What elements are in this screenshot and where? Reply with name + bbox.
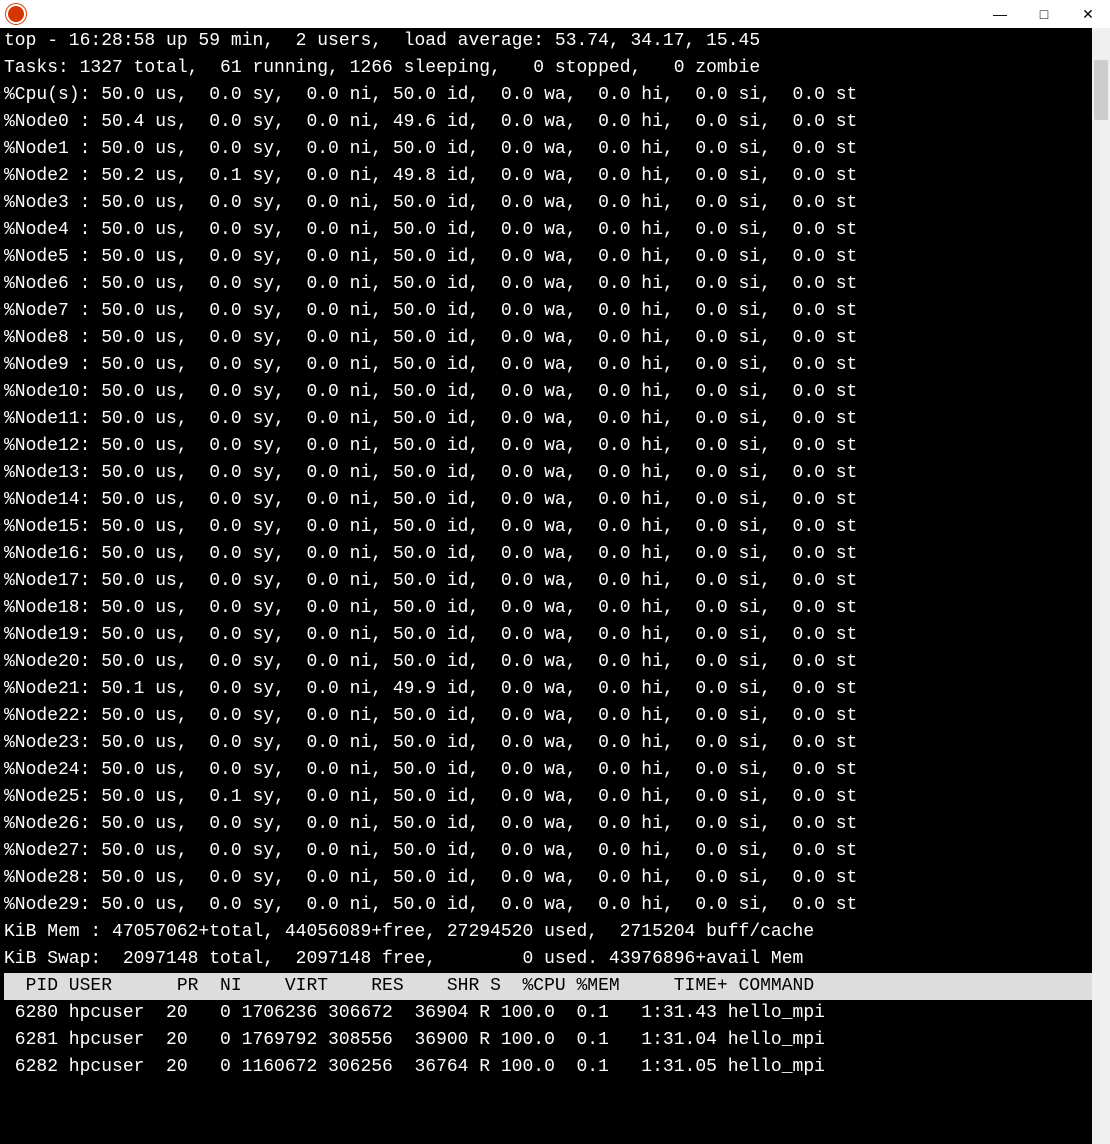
swap-line: KiB Swap: 2097148 total, 2097148 free, 0… [4,946,1092,973]
node-line-21: %Node21: 50.1 us, 0.0 sy, 0.0 ni, 49.9 i… [4,676,1092,703]
node-line-9: %Node9 : 50.0 us, 0.0 sy, 0.0 ni, 50.0 i… [4,352,1092,379]
node-line-7: %Node7 : 50.0 us, 0.0 sy, 0.0 ni, 50.0 i… [4,298,1092,325]
node-line-22: %Node22: 50.0 us, 0.0 sy, 0.0 ni, 50.0 i… [4,703,1092,730]
process-table-header[interactable]: PID USER PR NI VIRT RES SHR S %CPU %MEM … [4,973,1092,1000]
node-line-19: %Node19: 50.0 us, 0.0 sy, 0.0 ni, 50.0 i… [4,622,1092,649]
node-line-18: %Node18: 50.0 us, 0.0 sy, 0.0 ni, 50.0 i… [4,595,1092,622]
node-line-0: %Node0 : 50.4 us, 0.0 sy, 0.0 ni, 49.6 i… [4,109,1092,136]
terminal-output[interactable]: top - 16:28:58 up 59 min, 2 users, load … [0,28,1096,1144]
node-line-24: %Node24: 50.0 us, 0.0 sy, 0.0 ni, 50.0 i… [4,757,1092,784]
node-line-1: %Node1 : 50.0 us, 0.0 sy, 0.0 ni, 50.0 i… [4,136,1092,163]
node-line-29: %Node29: 50.0 us, 0.0 sy, 0.0 ni, 50.0 i… [4,892,1092,919]
process-row-0: 6280 hpcuser 20 0 1706236 306672 36904 R… [4,1000,1092,1027]
node-line-10: %Node10: 50.0 us, 0.0 sy, 0.0 ni, 50.0 i… [4,379,1092,406]
node-line-20: %Node20: 50.0 us, 0.0 sy, 0.0 ni, 50.0 i… [4,649,1092,676]
mem-line: KiB Mem : 47057062+total, 44056089+free,… [4,919,1092,946]
node-line-6: %Node6 : 50.0 us, 0.0 sy, 0.0 ni, 50.0 i… [4,271,1092,298]
tasks-line: Tasks: 1327 total, 61 running, 1266 slee… [4,55,1092,82]
node-line-13: %Node13: 50.0 us, 0.0 sy, 0.0 ni, 50.0 i… [4,460,1092,487]
window-titlebar[interactable]: — □ ✕ [0,0,1110,28]
node-line-14: %Node14: 50.0 us, 0.0 sy, 0.0 ni, 50.0 i… [4,487,1092,514]
process-row-2: 6282 hpcuser 20 0 1160672 306256 36764 R… [4,1054,1092,1081]
scroll-thumb[interactable] [1094,60,1108,120]
node-line-26: %Node26: 50.0 us, 0.0 sy, 0.0 ni, 50.0 i… [4,811,1092,838]
node-line-8: %Node8 : 50.0 us, 0.0 sy, 0.0 ni, 50.0 i… [4,325,1092,352]
maximize-button[interactable]: □ [1022,0,1066,28]
node-line-16: %Node16: 50.0 us, 0.0 sy, 0.0 ni, 50.0 i… [4,541,1092,568]
node-line-12: %Node12: 50.0 us, 0.0 sy, 0.0 ni, 50.0 i… [4,433,1092,460]
process-row-1: 6281 hpcuser 20 0 1769792 308556 36900 R… [4,1027,1092,1054]
node-line-11: %Node11: 50.0 us, 0.0 sy, 0.0 ni, 50.0 i… [4,406,1092,433]
node-line-3: %Node3 : 50.0 us, 0.0 sy, 0.0 ni, 50.0 i… [4,190,1092,217]
minimize-button[interactable]: — [978,0,1022,28]
node-line-15: %Node15: 50.0 us, 0.0 sy, 0.0 ni, 50.0 i… [4,514,1092,541]
node-line-25: %Node25: 50.0 us, 0.1 sy, 0.0 ni, 50.0 i… [4,784,1092,811]
vertical-scrollbar[interactable]: ▴ [1092,28,1110,1144]
cpu-summary-line: %Cpu(s): 50.0 us, 0.0 sy, 0.0 ni, 50.0 i… [4,82,1092,109]
node-line-17: %Node17: 50.0 us, 0.0 sy, 0.0 ni, 50.0 i… [4,568,1092,595]
node-line-28: %Node28: 50.0 us, 0.0 sy, 0.0 ni, 50.0 i… [4,865,1092,892]
node-line-2: %Node2 : 50.2 us, 0.1 sy, 0.0 ni, 49.8 i… [4,163,1092,190]
node-line-27: %Node27: 50.0 us, 0.0 sy, 0.0 ni, 50.0 i… [4,838,1092,865]
node-line-5: %Node5 : 50.0 us, 0.0 sy, 0.0 ni, 50.0 i… [4,244,1092,271]
node-line-23: %Node23: 50.0 us, 0.0 sy, 0.0 ni, 50.0 i… [4,730,1092,757]
top-summary-line: top - 16:28:58 up 59 min, 2 users, load … [4,28,1092,55]
window-controls: — □ ✕ [978,0,1110,28]
node-line-4: %Node4 : 50.0 us, 0.0 sy, 0.0 ni, 50.0 i… [4,217,1092,244]
close-button[interactable]: ✕ [1066,0,1110,28]
app-icon [6,4,26,24]
